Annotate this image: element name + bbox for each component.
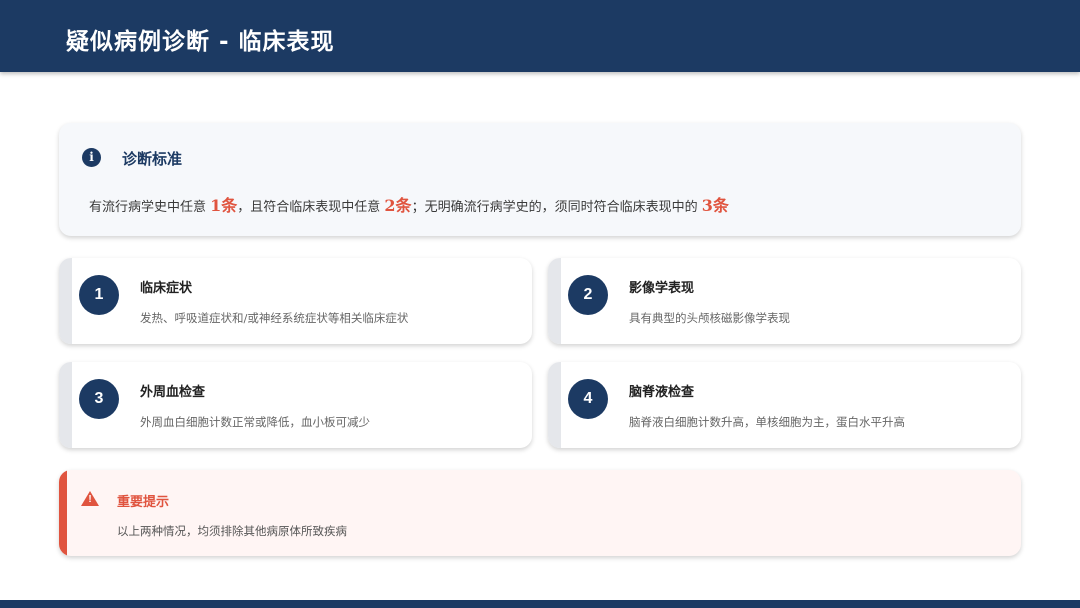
card-accent-stripe — [548, 258, 561, 344]
item-card-imaging: 2 影像学表现 具有典型的头颅核磁影像学表现 — [548, 258, 1021, 344]
criteria-card — [59, 123, 1021, 236]
item-title: 外周血检查 — [140, 385, 206, 400]
item-card-blood-test: 3 外周血检查 外周血白细胞计数正常或降低，血小板可减少 — [59, 362, 532, 448]
criteria-text-part-3: ；无明确流行病学史的，须同时符合临床表现中的 — [411, 200, 702, 215]
warning-card — [59, 470, 1021, 556]
card-accent-stripe — [59, 258, 72, 344]
criteria-text-part-2: ，且符合临床表现中任意 — [237, 200, 385, 215]
info-icon: i — [82, 148, 101, 167]
item-title: 影像学表现 — [629, 281, 695, 296]
item-number-badge: 1 — [79, 275, 119, 315]
criteria-highlight-3: 3条 — [701, 196, 729, 215]
page-title: 疑似病例诊断 - 临床表现 — [66, 29, 335, 55]
item-card-clinical-symptoms: 1 临床症状 发热、呼吸道症状和/或神经系统症状等相关临床症状 — [59, 258, 532, 344]
item-description: 发热、呼吸道症状和/或神经系统症状等相关临床症状 — [140, 311, 409, 325]
item-number-badge: 2 — [568, 275, 608, 315]
criteria-title: 诊断标准 — [122, 150, 183, 168]
card-accent-stripe — [548, 362, 561, 448]
card-accent-stripe — [59, 362, 72, 448]
criteria-text: 有流行病学史中任意 1条，且符合临床表现中任意 2条；无明确流行病学史的，须同时… — [89, 192, 729, 216]
warning-accent-stripe — [59, 470, 67, 556]
header-bar: 疑似病例诊断 - 临床表现 — [0, 0, 1080, 72]
item-description: 外周血白细胞计数正常或降低，血小板可减少 — [140, 415, 370, 429]
item-title: 脑脊液检查 — [629, 385, 695, 400]
item-title: 临床症状 — [140, 281, 193, 296]
criteria-highlight-2: 2条 — [384, 196, 412, 215]
item-card-csf-test: 4 脑脊液检查 脑脊液白细胞计数升高，单核细胞为主，蛋白水平升高 — [548, 362, 1021, 448]
warning-text: 以上两种情况，均须排除其他病原体所致疾病 — [117, 524, 347, 538]
footer-bar — [0, 600, 1080, 608]
item-description: 脑脊液白细胞计数升高，单核细胞为主，蛋白水平升高 — [629, 415, 905, 429]
item-number-badge: 3 — [79, 379, 119, 419]
warning-exclamation-mark: ! — [88, 494, 92, 505]
warning-title: 重要提示 — [117, 495, 170, 510]
item-number-badge: 4 — [568, 379, 608, 419]
criteria-highlight-1: 1条 — [210, 196, 238, 215]
item-description: 具有典型的头颅核磁影像学表现 — [629, 311, 790, 325]
criteria-text-part-1: 有流行病学史中任意 — [89, 200, 211, 215]
slide: 疑似病例诊断 - 临床表现 i 诊断标准 有流行病学史中任意 1条，且符合临床表… — [0, 0, 1080, 608]
